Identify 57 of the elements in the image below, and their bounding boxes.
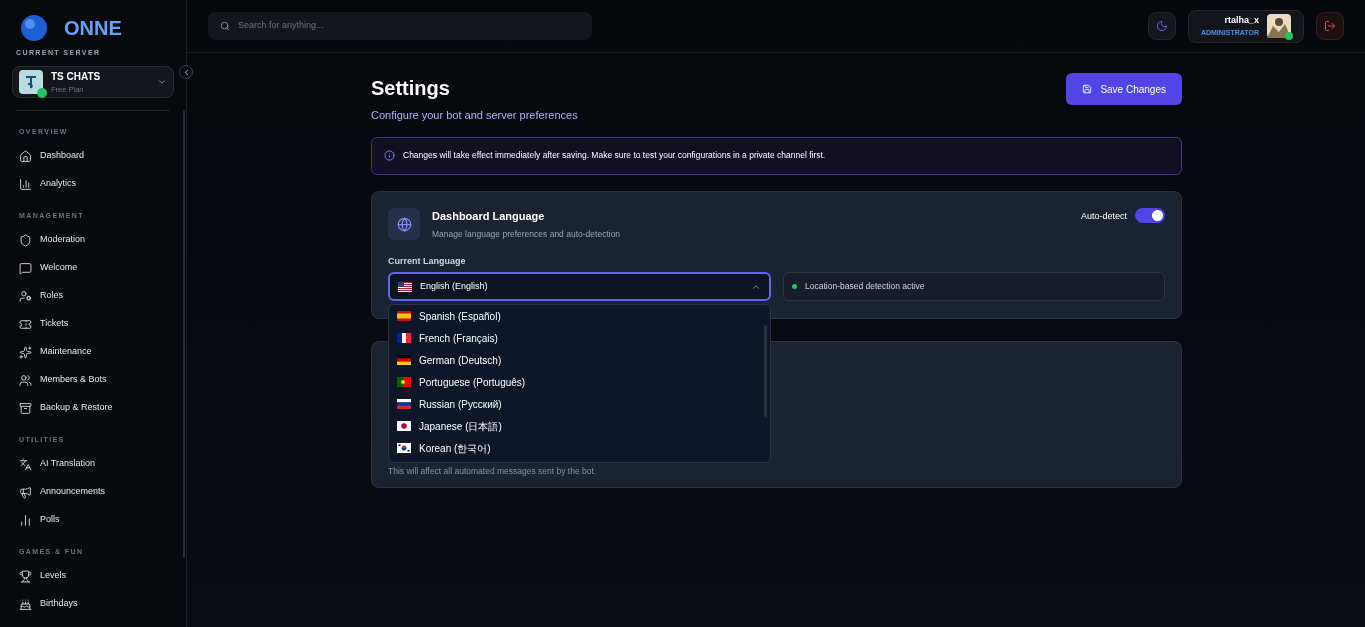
logout-icon — [1324, 20, 1336, 32]
language-option[interactable]: Portuguese (Português) — [397, 371, 754, 394]
card-title: Dashboard Language — [432, 208, 546, 224]
page-title: Settings — [371, 76, 451, 101]
server-icon — [19, 70, 43, 95]
language-select[interactable]: English (English) — [388, 272, 771, 302]
sidebar-item[interactable]: Announcements — [19, 478, 167, 506]
logout-button[interactable] — [1316, 12, 1344, 40]
sidebar-item[interactable]: Dashboard — [19, 142, 167, 170]
flag-icon — [397, 333, 411, 344]
language-option[interactable]: German (Deutsch) — [397, 349, 754, 372]
page-subtitle: Configure your bot and server preferences — [371, 108, 578, 123]
sidebar-item[interactable]: Moderation — [19, 226, 167, 254]
save-button[interactable]: Save Changes — [1066, 73, 1182, 105]
flag-icon — [397, 399, 411, 410]
language-option[interactable]: French (Français) — [397, 327, 754, 350]
card-subtitle: Manage language preferences and auto-detection — [432, 228, 621, 241]
search-input[interactable]: Search for anything... — [238, 19, 580, 33]
search-field[interactable]: Search for anything... — [208, 12, 592, 40]
note-text: This will affect all automated messages sent by the bot. — [388, 464, 598, 478]
collapse-button[interactable] — [179, 65, 193, 79]
language-option[interactable]: Spanish (Español) — [397, 305, 754, 328]
flag-icon — [397, 377, 411, 388]
search-icon — [220, 21, 230, 31]
flag-icon — [397, 443, 411, 454]
brand-name: ONNE — [64, 15, 122, 41]
info-icon — [384, 150, 395, 161]
flag-icon — [398, 281, 412, 292]
detection-status: Location-based detection active — [805, 280, 925, 294]
sidebar-item[interactable]: Polls — [19, 506, 167, 534]
flag-icon — [397, 355, 411, 366]
notice-text: Changes will take effect immediately after saving. Make sure to test your configurations in a private channel first. — [403, 149, 826, 162]
globe-icon — [388, 208, 420, 241]
logo-icon — [20, 13, 48, 42]
sidebar-item[interactable]: Roles — [19, 282, 167, 310]
auto-detect-toggle[interactable] — [1135, 207, 1165, 223]
theme-button[interactable] — [1147, 12, 1176, 40]
flag-icon — [397, 311, 411, 322]
user-name: rtalha_x — [1224, 14, 1259, 27]
language-option[interactable]: Japanese (日本語) — [397, 415, 754, 438]
sidebar-item[interactable]: Backup & Restore — [19, 394, 167, 422]
sidebar-item[interactable]: Tickets — [19, 310, 167, 338]
field-label: Current Language — [388, 254, 467, 268]
moon-icon — [1155, 20, 1168, 32]
language-option[interactable]: Russian (Русский) — [397, 393, 754, 416]
sidebar-item[interactable]: AI Translation — [19, 450, 167, 478]
sidebar-item[interactable]: Members & Bots — [19, 366, 167, 394]
server-name: TS CHATS — [51, 69, 102, 84]
toggle-label: Auto-detect — [1080, 209, 1127, 223]
language-option[interactable]: Korean (한국어) — [397, 437, 754, 460]
flag-icon — [397, 421, 411, 432]
sidebar-item[interactable]: Welcome — [19, 254, 167, 282]
sidebar-item[interactable]: Birthdays — [19, 590, 167, 618]
sidebar-item[interactable]: Levels — [19, 562, 167, 590]
sidebar-item[interactable]: Analytics — [19, 170, 167, 198]
sidebar-item[interactable]: Maintenance — [19, 338, 167, 366]
save-icon — [1082, 84, 1093, 94]
